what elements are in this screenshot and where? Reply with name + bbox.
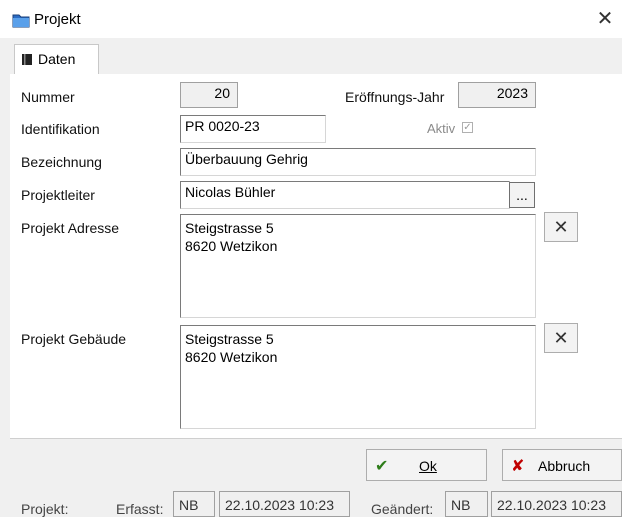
status-projekt-label: Projekt: <box>21 501 69 517</box>
title-bar: Projekt ✕ <box>0 0 622 38</box>
tab-strip: Daten <box>10 38 622 75</box>
window-title: Projekt <box>34 11 81 28</box>
projekt-adresse-textarea[interactable]: Steigstrasse 5 8620 Wetzikon <box>180 214 536 318</box>
ok-button[interactable]: ✔ Ok <box>366 449 487 481</box>
footer-separator <box>10 438 622 439</box>
folder-icon <box>12 14 30 28</box>
close-button[interactable]: ✕ <box>594 8 616 30</box>
projekt-adresse-clear-button[interactable]: ✕ <box>544 212 578 242</box>
projekt-adresse-label: Projekt Adresse <box>21 220 120 236</box>
status-erfasst-label: Erfasst: <box>116 501 164 517</box>
bezeichnung-label: Bezeichnung <box>21 154 102 170</box>
tab-daten[interactable]: Daten <box>14 44 99 75</box>
checkmark-icon: ✔ <box>375 458 389 475</box>
tab-label: Daten <box>38 51 76 67</box>
abbruch-button[interactable]: ✘ Abbruch <box>502 449 622 481</box>
book-icon <box>22 54 32 65</box>
projektleiter-label: Projektleiter <box>21 187 95 203</box>
projektleiter-browse-button[interactable]: ... <box>509 182 535 208</box>
geaendert-user-field: NB <box>445 491 488 517</box>
projekt-gebaeude-label: Projekt Gebäude <box>21 331 127 347</box>
nummer-field: 20 <box>180 82 238 108</box>
identifikation-label: Identifikation <box>21 121 100 137</box>
identifikation-input[interactable]: PR 0020-23 <box>180 115 326 143</box>
projekt-gebaeude-textarea[interactable]: Steigstrasse 5 8620 Wetzikon <box>180 325 536 429</box>
status-geaendert-label: Geändert: <box>371 501 434 517</box>
ok-label: Ok <box>419 458 437 474</box>
projekt-gebaeude-clear-button[interactable]: ✕ <box>544 323 578 353</box>
erfasst-user-field: NB <box>173 491 215 517</box>
eroeffnungsjahr-field: 2023 <box>458 82 536 108</box>
projektleiter-input[interactable]: Nicolas Bühler <box>180 181 510 209</box>
geaendert-date-field: 22.10.2023 10:23 <box>491 491 622 517</box>
abbruch-label: Abbruch <box>538 458 591 474</box>
red-x-icon: ✘ <box>511 458 525 475</box>
nummer-label: Nummer <box>21 89 75 105</box>
erfasst-date-field: 22.10.2023 10:23 <box>219 491 350 517</box>
eroeffnungsjahr-label: Eröffnungs-Jahr <box>345 89 445 105</box>
aktiv-checkbox[interactable]: ✓ <box>462 122 473 133</box>
bezeichnung-input[interactable]: Überbauung Gehrig <box>180 148 536 176</box>
aktiv-label: Aktiv <box>427 121 456 136</box>
